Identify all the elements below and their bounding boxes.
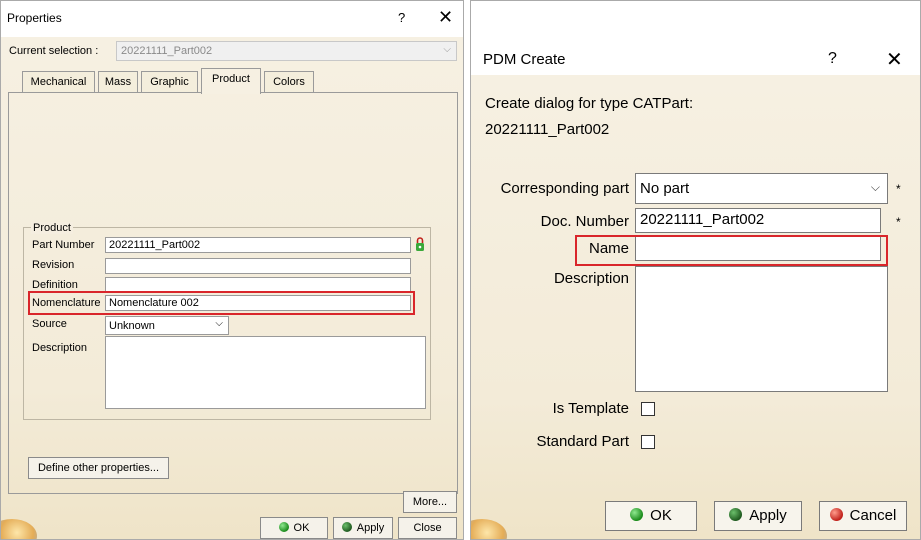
standard-part-label: Standard Part bbox=[536, 433, 629, 450]
pdm-title: PDM Create bbox=[483, 51, 566, 68]
apply-label: Apply bbox=[356, 522, 385, 534]
intro-line-1: Create dialog for type CATPart: bbox=[485, 95, 694, 112]
tab-mass[interactable]: Mass bbox=[98, 71, 138, 92]
required-mark: * bbox=[896, 182, 901, 196]
properties-dialog: Properties ? ✕ Current selection : 20221… bbox=[0, 0, 464, 540]
lock-icon[interactable] bbox=[415, 236, 425, 252]
properties-body: Current selection : 20221111_Part002 ⌵ M… bbox=[1, 37, 463, 539]
cancel-label: Cancel bbox=[849, 507, 897, 524]
doc-number-input[interactable]: 20221111_Part002 bbox=[635, 208, 881, 233]
more-button[interactable]: More... bbox=[403, 491, 457, 513]
current-selection-value: 20221111_Part002 bbox=[121, 45, 213, 57]
catia-logo bbox=[471, 519, 507, 539]
ok-icon bbox=[630, 508, 644, 521]
revision-input[interactable] bbox=[105, 258, 411, 274]
ok-button[interactable]: OK bbox=[260, 517, 328, 539]
part-number-label: Part Number bbox=[32, 239, 95, 251]
corresponding-part-label: Corresponding part bbox=[500, 180, 629, 197]
close-icon[interactable]: ✕ bbox=[438, 7, 453, 28]
description-input[interactable] bbox=[105, 336, 426, 409]
tab-graphic[interactable]: Graphic bbox=[141, 71, 198, 92]
revision-label: Revision bbox=[32, 259, 75, 271]
properties-titlebar: Properties ? ✕ bbox=[1, 1, 463, 37]
chevron-down-icon: ⌵ bbox=[443, 44, 451, 55]
cancel-icon bbox=[829, 508, 843, 521]
required-mark: * bbox=[896, 215, 901, 229]
apply-label: Apply bbox=[749, 507, 787, 524]
pdm-body: Create dialog for type CATPart: 20221111… bbox=[471, 75, 920, 539]
pdm-create-dialog: PDM Create ? ✕ Create dialog for type CA… bbox=[470, 0, 921, 540]
source-value: Unknown bbox=[109, 320, 155, 332]
current-selection-field[interactable]: 20221111_Part002 ⌵ bbox=[116, 41, 457, 61]
catia-logo bbox=[1, 519, 37, 539]
tab-colors[interactable]: Colors bbox=[264, 71, 314, 92]
tab-product[interactable]: Product bbox=[201, 68, 261, 94]
nomenclature-highlight bbox=[28, 291, 415, 315]
source-label: Source bbox=[32, 318, 67, 330]
description-label: Description bbox=[32, 342, 88, 354]
description-label: Description bbox=[553, 270, 629, 287]
part-number-input[interactable]: 20221111_Part002 bbox=[105, 237, 411, 253]
is-template-label: Is Template bbox=[552, 400, 629, 417]
definition-label: Definition bbox=[32, 279, 78, 291]
description-input[interactable] bbox=[635, 266, 888, 392]
doc-number-label: Doc. Number bbox=[540, 213, 629, 230]
apply-icon bbox=[341, 522, 352, 532]
define-other-properties-button[interactable]: Define other properties... bbox=[28, 457, 169, 479]
close-icon[interactable]: ✕ bbox=[886, 47, 903, 72]
properties-title: Properties bbox=[7, 11, 62, 25]
cancel-button[interactable]: Cancel bbox=[819, 501, 907, 531]
pdm-titlebar: PDM Create ? ✕ bbox=[471, 1, 920, 75]
standard-part-checkbox[interactable] bbox=[641, 435, 655, 449]
ok-icon bbox=[278, 522, 289, 532]
chevron-down-icon: ⌵ bbox=[870, 180, 880, 194]
corresponding-part-select[interactable]: No part ⌵ bbox=[635, 173, 888, 204]
help-icon[interactable]: ? bbox=[398, 10, 405, 25]
tab-mechanical[interactable]: Mechanical bbox=[22, 71, 95, 92]
name-highlight bbox=[575, 235, 888, 266]
help-icon[interactable]: ? bbox=[828, 50, 837, 68]
product-group-title: Product bbox=[31, 222, 73, 234]
source-select[interactable]: Unknown ⌵ bbox=[105, 316, 229, 335]
current-selection-label: Current selection : bbox=[9, 45, 99, 57]
ok-button[interactable]: OK bbox=[605, 501, 697, 531]
apply-icon bbox=[729, 508, 743, 521]
close-button[interactable]: Close bbox=[398, 517, 457, 539]
corresponding-part-value: No part bbox=[640, 180, 690, 197]
apply-button[interactable]: Apply bbox=[333, 517, 393, 539]
is-template-checkbox[interactable] bbox=[641, 402, 655, 416]
chevron-down-icon: ⌵ bbox=[215, 318, 223, 329]
apply-button[interactable]: Apply bbox=[714, 501, 802, 531]
intro-line-2: 20221111_Part002 bbox=[485, 121, 610, 138]
ok-label: OK bbox=[650, 507, 672, 524]
ok-label: OK bbox=[293, 522, 310, 534]
